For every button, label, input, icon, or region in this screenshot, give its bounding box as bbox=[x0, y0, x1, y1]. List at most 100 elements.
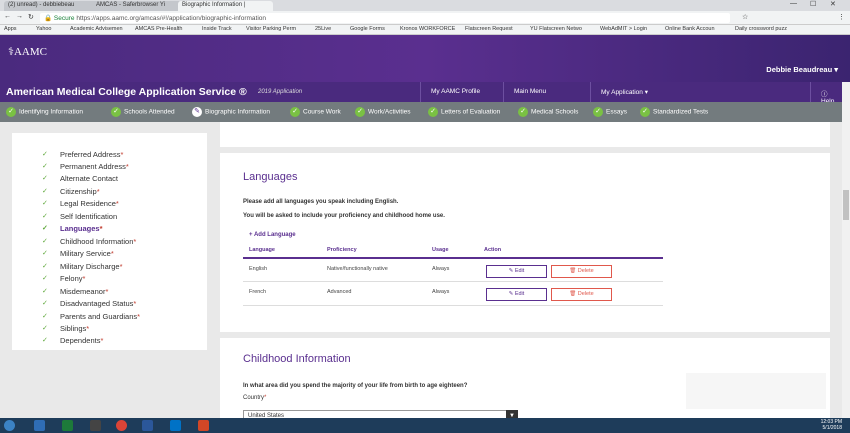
check-icon: ✓ bbox=[42, 337, 48, 344]
windows-taskbar: 12:03 PM 5/1/2018 bbox=[0, 418, 850, 433]
nav-my-application[interactable]: My Application ▾ bbox=[590, 82, 710, 102]
back-icon[interactable]: ← bbox=[4, 13, 11, 20]
check-icon: ✓ bbox=[42, 238, 48, 245]
nav-main-menu[interactable]: Main Menu bbox=[503, 82, 590, 102]
delete-button[interactable]: 🗑 Delete bbox=[551, 265, 612, 278]
ie-icon[interactable] bbox=[34, 420, 45, 431]
usage-cell: Always bbox=[432, 289, 450, 295]
bookmark[interactable]: Academic Advisemen bbox=[70, 26, 123, 32]
info-icon: ⓘ bbox=[821, 91, 828, 98]
childhood-heading: Childhood Information bbox=[243, 353, 351, 365]
step-identifying-information[interactable]: ✓ Identifying Information bbox=[6, 107, 83, 117]
sidebar-item-childhood-information[interactable]: ✓ Childhood Information* bbox=[42, 237, 136, 246]
word-icon[interactable] bbox=[142, 420, 153, 431]
step-biographic-information[interactable]: ✎ Biographic Information bbox=[192, 107, 270, 117]
browser-tab[interactable]: (2) unread) - debbiebeau bbox=[4, 1, 104, 11]
step-course-work[interactable]: ✓ Course Work bbox=[290, 107, 341, 117]
edit-button[interactable]: ✎ Edit bbox=[486, 288, 547, 301]
sidebar-item-permanent-address[interactable]: ✓ Permanent Address* bbox=[42, 162, 129, 171]
bookmark[interactable]: WebAdMIT > Login bbox=[600, 26, 647, 32]
maximize-icon[interactable]: ☐ bbox=[810, 0, 816, 8]
check-icon: ✓ bbox=[593, 107, 603, 117]
pencil-icon: ✎ bbox=[192, 107, 202, 117]
chrome-icon[interactable] bbox=[116, 420, 127, 431]
bookmark[interactable]: AMCAS Pre-Health bbox=[135, 26, 182, 32]
add-language-button[interactable]: + Add Language bbox=[249, 232, 296, 238]
sidebar-item-siblings[interactable]: ✓ Siblings* bbox=[42, 324, 89, 333]
edit-button[interactable]: ✎ Edit bbox=[486, 265, 547, 278]
secure-label: Secure bbox=[53, 15, 75, 22]
step-letters-of-evaluation[interactable]: ✓ Letters of Evaluation bbox=[428, 107, 500, 117]
bookmark[interactable]: Yahoo bbox=[36, 26, 52, 32]
scrollbar[interactable] bbox=[842, 82, 850, 422]
previous-section-card bbox=[220, 122, 830, 147]
bookmark[interactable]: Daily crossword puzz bbox=[735, 26, 787, 32]
sidebar-item-self-identification[interactable]: ✓ Self Identification bbox=[42, 212, 117, 221]
sidebar-item-languages[interactable]: ✓ Languages* bbox=[42, 224, 103, 233]
sidebar-item-dependents[interactable]: ✓ Dependents* bbox=[42, 336, 103, 345]
step-medical-schools[interactable]: ✓ Medical Schools bbox=[518, 107, 578, 117]
column-header: Language bbox=[249, 247, 275, 253]
sidebar-item-citizenship[interactable]: ✓ Citizenship* bbox=[42, 187, 100, 196]
column-header: Proficiency bbox=[327, 247, 357, 253]
languages-instructions: Please add all languages you speak inclu… bbox=[243, 199, 399, 205]
bookmark[interactable]: Google Forms bbox=[350, 26, 385, 32]
app-icon[interactable] bbox=[90, 420, 101, 431]
bookmark[interactable]: Visitor Parking Perm bbox=[246, 26, 296, 32]
bookmark[interactable]: Kronos WORKFORCE bbox=[400, 26, 455, 32]
user-menu[interactable]: Debbie Beaudreau ▾ bbox=[766, 65, 838, 74]
bookmark[interactable]: Apps bbox=[4, 26, 17, 32]
url-input[interactable]: 🔒 Secure https://apps.aamc.org/amcas/#!/… bbox=[40, 13, 730, 23]
step-schools-attended[interactable]: ✓ Schools Attended bbox=[111, 107, 175, 117]
sidebar-item-parents-and-guardians[interactable]: ✓ Parents and Guardians* bbox=[42, 312, 140, 321]
app-year: 2019 Application bbox=[258, 89, 303, 95]
usage-cell: Always bbox=[432, 266, 450, 272]
browser-tab-active[interactable]: Biographic Information | bbox=[178, 1, 273, 11]
proficiency-cell: Advanced bbox=[327, 289, 352, 295]
excel-icon[interactable] bbox=[62, 420, 73, 431]
check-icon: ✓ bbox=[355, 107, 365, 117]
bookmark[interactable]: Online Bank Accoun bbox=[665, 26, 715, 32]
check-icon: ✓ bbox=[42, 263, 48, 270]
minimize-icon[interactable]: — bbox=[790, 0, 797, 7]
site-header: ⚕AAMC Debbie Beaudreau ▾ bbox=[0, 35, 850, 82]
step-essays[interactable]: ✓ Essays bbox=[593, 107, 627, 117]
taskbar-clock[interactable]: 12:03 PM 5/1/2018 bbox=[821, 419, 842, 431]
sidebar-item-alternate-contact[interactable]: ✓ Alternate Contact bbox=[42, 174, 118, 183]
column-header: Action bbox=[484, 247, 502, 253]
check-icon: ✓ bbox=[428, 107, 438, 117]
powerpoint-icon[interactable] bbox=[198, 420, 209, 431]
menu-icon[interactable]: ⋮ bbox=[838, 13, 845, 21]
sidebar-item-misdemeanor[interactable]: ✓ Misdemeanor* bbox=[42, 287, 108, 296]
sidebar-item-military-service[interactable]: ✓ Military Service* bbox=[42, 249, 114, 258]
bookmark[interactable]: Flatscreen Request bbox=[465, 26, 513, 32]
check-icon: ✓ bbox=[111, 107, 121, 117]
close-icon[interactable]: ✕ bbox=[830, 0, 836, 8]
nav-my-aamc-profile[interactable]: My AAMC Profile bbox=[420, 82, 503, 102]
check-icon: ✓ bbox=[42, 163, 48, 170]
check-icon: ✓ bbox=[42, 213, 48, 220]
sidebar-item-military-discharge[interactable]: ✓ Military Discharge* bbox=[42, 262, 123, 271]
bookmark[interactable]: YU Flatscreen Netwo bbox=[530, 26, 582, 32]
delete-button[interactable]: 🗑 Delete bbox=[551, 288, 612, 301]
step-standardized-tests[interactable]: ✓ Standardized Tests bbox=[640, 107, 708, 117]
bookmark[interactable]: 25Live bbox=[315, 26, 331, 32]
browser-tab[interactable]: AMCAS - Saferbrowser Yi bbox=[92, 1, 182, 11]
forward-icon[interactable]: → bbox=[16, 13, 23, 20]
reload-icon[interactable]: ↻ bbox=[28, 13, 34, 21]
step-work-activities[interactable]: ✓ Work/Activities bbox=[355, 107, 411, 117]
sidebar-item-preferred-address[interactable]: ✓ Preferred Address* bbox=[42, 150, 123, 159]
start-icon[interactable] bbox=[4, 420, 15, 431]
sidebar-item-felony[interactable]: ✓ Felony* bbox=[42, 274, 85, 283]
aamc-logo[interactable]: ⚕AAMC bbox=[8, 45, 47, 58]
language-cell: French bbox=[249, 289, 267, 295]
outlook-icon[interactable] bbox=[170, 420, 181, 431]
bookmark[interactable]: Inside Track bbox=[202, 26, 232, 32]
sidebar-item-disadvantaged-status[interactable]: ✓ Disadvantaged Status* bbox=[42, 299, 136, 308]
scrollbar-thumb[interactable] bbox=[843, 190, 849, 220]
check-icon: ✓ bbox=[42, 200, 48, 207]
check-icon: ✓ bbox=[42, 188, 48, 195]
sidebar-item-legal-residence[interactable]: ✓ Legal Residence* bbox=[42, 199, 119, 208]
star-icon[interactable]: ☆ bbox=[742, 13, 748, 21]
languages-instructions: You will be asked to include your profic… bbox=[243, 213, 445, 219]
